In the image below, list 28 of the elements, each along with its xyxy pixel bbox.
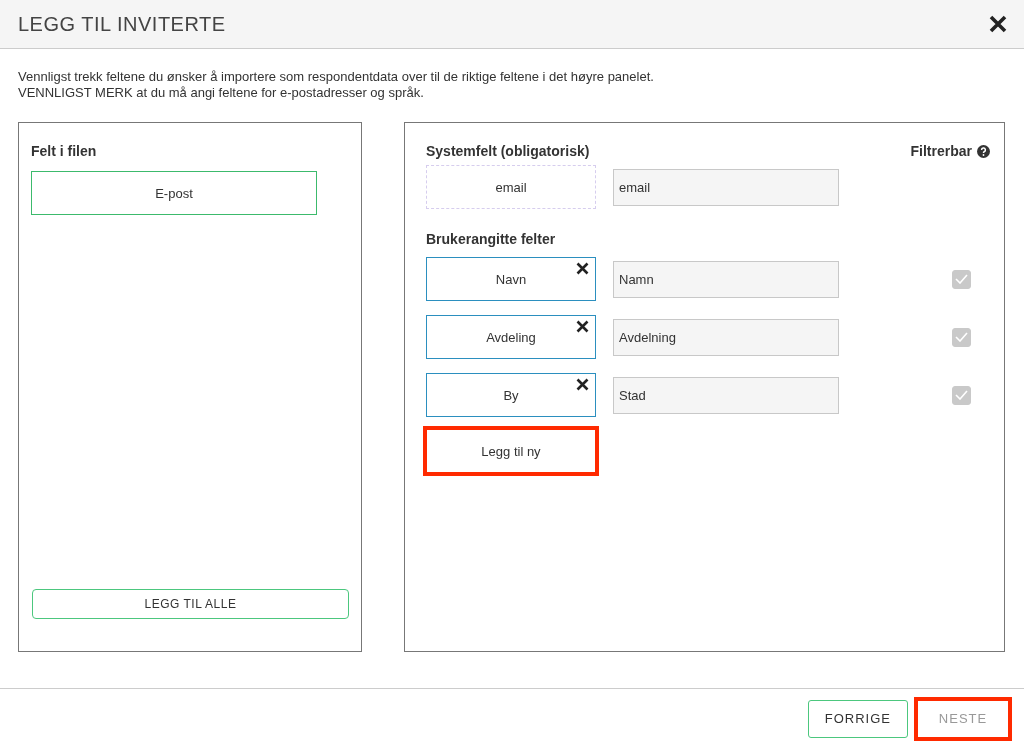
field-name-input[interactable]: email	[613, 168, 839, 206]
instruction-text: VENNLIGST MERK at du må angi feltene for e-postadresser og språk.	[18, 85, 425, 102]
column-heading: Filtrerbar	[910, 143, 972, 160]
footer-button[interactable]: FORRIGE	[807, 699, 908, 738]
section-heading: Systemfelt (obligatorisk)	[426, 143, 590, 160]
close-button[interactable]	[989, 15, 1007, 34]
filterable-checkbox[interactable]	[952, 269, 971, 289]
remove-icon[interactable]	[576, 378, 589, 392]
remove-icon[interactable]	[576, 320, 589, 334]
add-all-button[interactable]: LEGG TIL ALLE	[32, 589, 349, 620]
instruction-text: Vennligst trekk feltene du ønsker å importere som respondentdata over til de riktige feltene i det høyre panelet.	[18, 69, 655, 86]
dialog-title: LEGG TIL INVITERTE	[18, 12, 226, 36]
filterable-checkbox[interactable]	[952, 327, 971, 347]
close-icon	[989, 15, 1007, 34]
panel-heading: Felt i filen	[31, 143, 98, 160]
field-name-input[interactable]: Namn	[613, 260, 839, 298]
add-new-button[interactable]: Legg til ny	[423, 426, 599, 477]
help-icon[interactable]	[977, 144, 990, 158]
mapped-field[interactable]: Avdeling	[426, 315, 596, 360]
filterable-checkbox[interactable]	[952, 385, 971, 405]
field-drop-target: email	[426, 165, 596, 210]
remove-icon[interactable]	[576, 262, 589, 276]
section-heading: Brukerangitte felter	[426, 231, 557, 248]
draggable-field[interactable]: E-post	[31, 171, 317, 216]
mapped-field[interactable]: By	[426, 373, 596, 418]
mapped-field[interactable]: Navn	[426, 257, 596, 302]
field-name-input[interactable]: Stad	[613, 376, 839, 414]
field-name-input[interactable]: Avdelning	[613, 318, 839, 356]
